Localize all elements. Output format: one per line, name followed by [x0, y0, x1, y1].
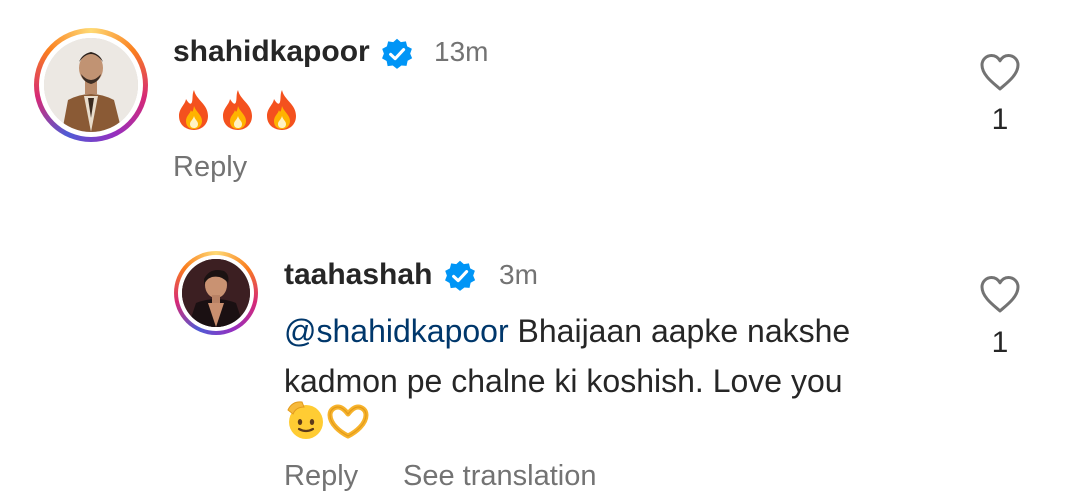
heart-outline-icon[interactable] [978, 52, 1022, 92]
fire-emoji-icon [179, 90, 296, 130]
comment-text-line1: Bhaijaan aapke nakshe [508, 313, 851, 349]
heart-outline-icon[interactable] [978, 274, 1022, 314]
heart-hands-icon [327, 404, 369, 439]
comment-time: 3m [499, 259, 538, 290]
like-count: 1 [991, 103, 1009, 136]
profile-photo [44, 38, 138, 132]
see-translation-button[interactable]: See translation [403, 460, 596, 493]
username[interactable]: shahidkapoor [173, 35, 370, 69]
profile-photo [182, 259, 250, 327]
comment-time: 13m [434, 36, 489, 67]
avatar-shahidkapoor[interactable] [34, 28, 148, 142]
verified-badge-icon [445, 260, 476, 291]
comment-text-line2: kadmon pe chalne ki koshish. Love you [284, 363, 843, 399]
username[interactable]: taahashah [284, 258, 432, 292]
avatar-taahashah[interactable] [174, 251, 258, 335]
like-count: 1 [991, 326, 1009, 359]
mention-link[interactable]: @shahidkapoor [284, 313, 509, 349]
saluting-face-icon [287, 401, 323, 439]
reply-button[interactable]: Reply [173, 151, 247, 184]
verified-badge-icon [382, 38, 413, 69]
comment-text: @shahidkapoor Bhaijaan aapke nakshe kadm… [284, 306, 964, 406]
reply-button[interactable]: Reply [284, 460, 358, 493]
